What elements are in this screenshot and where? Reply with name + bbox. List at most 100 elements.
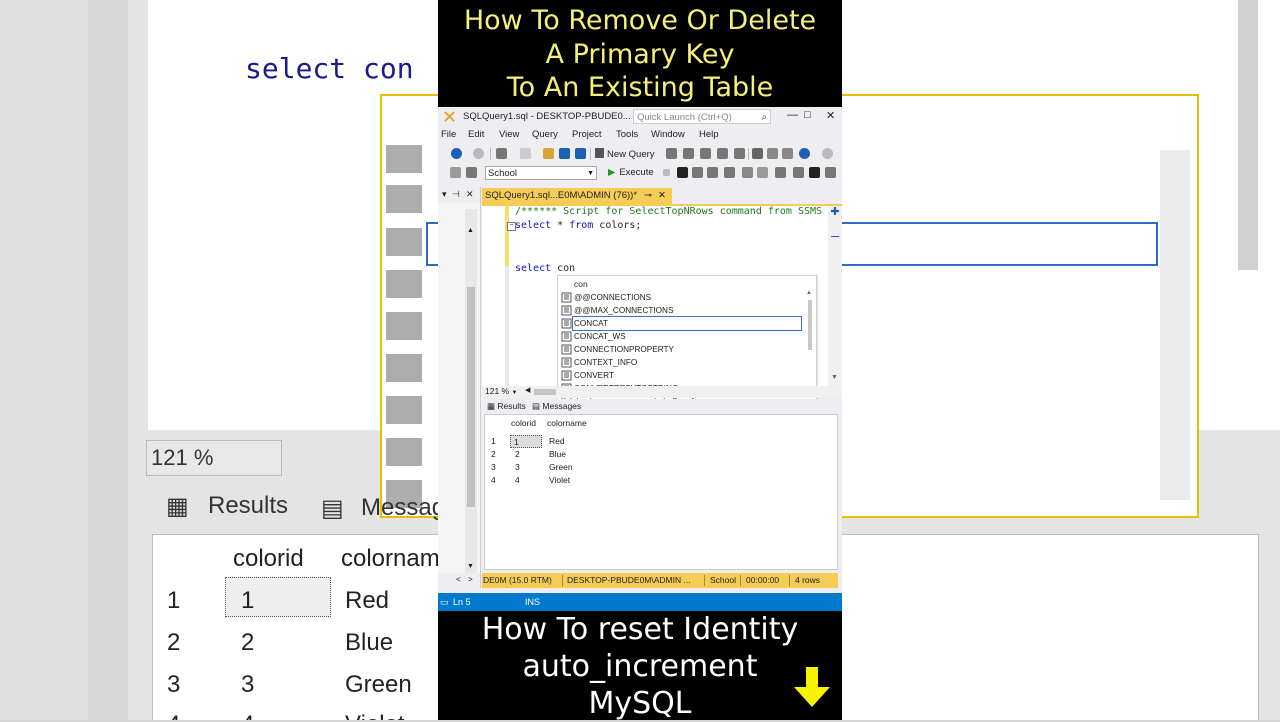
- list-item[interactable]: @@CONNECTIONS: [560, 291, 800, 304]
- display-plan-icon[interactable]: [692, 167, 703, 178]
- chevron-down-icon: ▼: [511, 390, 518, 396]
- stop-icon[interactable]: [663, 169, 670, 176]
- dropdown-icon[interactable]: ▾: [442, 189, 447, 200]
- paste-icon[interactable]: [782, 148, 793, 159]
- scroll-right-icon[interactable]: >: [468, 575, 473, 584]
- menu-tools[interactable]: Tools: [616, 129, 638, 140]
- forward-icon[interactable]: [473, 148, 484, 159]
- scroll-down-icon[interactable]: ▼: [467, 563, 474, 570]
- grid-cell[interactable]: Blue: [549, 448, 566, 461]
- scroll-up-icon[interactable]: ▲: [806, 290, 812, 296]
- outdent-icon[interactable]: [809, 167, 820, 178]
- grid-cell[interactable]: 4: [515, 474, 520, 487]
- tab-results[interactable]: ▦ Results: [487, 401, 526, 412]
- menu-file[interactable]: File: [441, 129, 456, 140]
- scroll-left-icon[interactable]: <: [456, 575, 461, 584]
- function-icon: [561, 292, 572, 303]
- execute-button[interactable]: ▶ Execute: [608, 167, 654, 178]
- open-folder-icon[interactable]: [543, 148, 554, 159]
- results-grid[interactable]: colorid colorname 1 1 Red 2 2 Blue 3 3 G…: [484, 414, 838, 570]
- scroll-down-icon[interactable]: ▼: [831, 374, 838, 381]
- ssms-logo-icon: [444, 111, 455, 122]
- list-item[interactable]: CONCAT_WS: [560, 330, 800, 343]
- pane-scroll-thumb[interactable]: [467, 287, 475, 507]
- split-icon[interactable]: ✚: [829, 206, 841, 218]
- results-to-text-icon[interactable]: [724, 167, 735, 178]
- list-item-label: CONVERT: [574, 371, 614, 380]
- undo-icon[interactable]: [799, 148, 810, 159]
- row-number[interactable]: 1: [491, 435, 496, 448]
- parse-icon[interactable]: [677, 167, 688, 178]
- list-item[interactable]: CONTEXT_INFO: [560, 356, 800, 369]
- bg-results-tab: Results: [208, 492, 289, 519]
- zoom-select[interactable]: 121 % ▼: [485, 386, 517, 396]
- pin-icon[interactable]: ⊣: [452, 189, 460, 200]
- grid-cell[interactable]: Red: [549, 435, 565, 448]
- bg-cell: 1: [167, 587, 181, 614]
- row-number[interactable]: 4: [491, 474, 496, 487]
- results-to-grid-icon[interactable]: [742, 167, 753, 178]
- editor-scrollbar[interactable]: ✚ ▼: [828, 206, 842, 386]
- copy-icon[interactable]: [767, 148, 778, 159]
- column-header[interactable]: colorid: [511, 417, 536, 430]
- tab-sqlquery1[interactable]: SQLQuery1.sql...E0M\ADMIN (76))* ⊸ ✕: [482, 188, 672, 204]
- pin-icon[interactable]: ⊸: [644, 188, 652, 204]
- row-number[interactable]: 3: [491, 461, 496, 474]
- analysis-query-icon[interactable]: [683, 148, 694, 159]
- separator: [562, 575, 563, 586]
- save-all-icon[interactable]: [575, 148, 586, 159]
- list-item[interactable]: CONNECTIONPROPERTY: [560, 343, 800, 356]
- bg-cell: 4: [167, 711, 180, 720]
- scroll-thumb[interactable]: [808, 300, 812, 350]
- menu-window[interactable]: Window: [651, 129, 685, 140]
- xmla-query-icon[interactable]: [734, 148, 745, 159]
- mdx-query-icon[interactable]: [700, 148, 711, 159]
- query-designer-icon[interactable]: [707, 167, 718, 178]
- quick-launch-input[interactable]: Quick Launch (Ctrl+Q) ⌕: [633, 109, 771, 124]
- menu-query[interactable]: Query: [532, 129, 558, 140]
- close-icon[interactable]: ✕: [466, 189, 474, 200]
- grid-cell[interactable]: Violet: [549, 474, 570, 487]
- separator: [490, 148, 491, 160]
- comment-icon[interactable]: [775, 167, 786, 178]
- close-button[interactable]: ✕: [826, 109, 835, 122]
- dmx-query-icon[interactable]: [717, 148, 728, 159]
- row-number[interactable]: 2: [491, 448, 496, 461]
- back-icon[interactable]: [451, 148, 462, 159]
- results-to-file-icon[interactable]: [757, 167, 768, 178]
- pin-icon[interactable]: [450, 167, 461, 178]
- grid-cell[interactable]: 2: [515, 448, 520, 461]
- bg-function-icon: [386, 270, 422, 298]
- new-file-icon[interactable]: [520, 148, 531, 159]
- indent-icon[interactable]: [825, 167, 836, 178]
- grid-cell-selected[interactable]: 1: [510, 435, 542, 448]
- redo-icon[interactable]: [822, 148, 833, 159]
- uncomment-icon[interactable]: [793, 167, 804, 178]
- scroll-left-icon[interactable]: ◀: [525, 386, 530, 394]
- maximize-button[interactable]: □: [804, 109, 811, 121]
- new-project-icon[interactable]: [496, 148, 507, 159]
- close-icon[interactable]: ✕: [658, 188, 666, 204]
- menu-help[interactable]: Help: [699, 129, 719, 140]
- list-item[interactable]: CONVERT: [560, 369, 800, 382]
- menu-edit[interactable]: Edit: [468, 129, 484, 140]
- list-item-selected[interactable]: CONCAT: [560, 316, 802, 331]
- grid-cell[interactable]: Green: [549, 461, 573, 474]
- tab-label: SQLQuery1.sql...E0M\ADMIN (76))*: [485, 190, 638, 201]
- save-icon[interactable]: [559, 148, 570, 159]
- menu-view[interactable]: View: [499, 129, 519, 140]
- new-query-button[interactable]: New Query: [595, 148, 655, 160]
- list-item[interactable]: @@MAX_CONNECTIONS: [560, 304, 800, 317]
- minimize-button[interactable]: —: [787, 109, 798, 121]
- database-select[interactable]: School ▼: [485, 166, 597, 180]
- database-engine-query-icon[interactable]: [666, 148, 677, 159]
- column-header[interactable]: colorname: [547, 417, 587, 430]
- change-connection-icon[interactable]: [466, 167, 477, 178]
- grid-cell[interactable]: 3: [515, 461, 520, 474]
- bg-function-icon: [386, 145, 422, 173]
- tab-messages[interactable]: ▤ Messages: [532, 401, 581, 412]
- scroll-up-icon[interactable]: ▲: [467, 227, 474, 234]
- menu-project[interactable]: Project: [572, 129, 602, 140]
- horizontal-scroll-thumb[interactable]: [534, 389, 556, 395]
- cut-icon[interactable]: [752, 148, 763, 159]
